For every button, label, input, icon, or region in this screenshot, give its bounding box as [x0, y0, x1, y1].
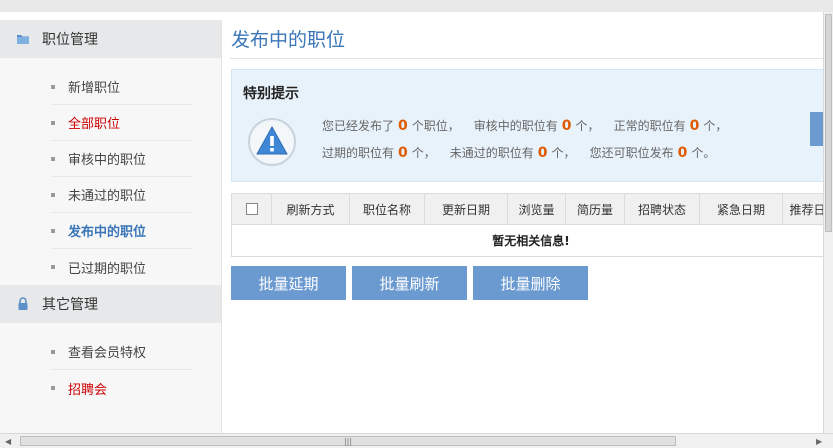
batch-extend-button[interactable]: 批量延期	[231, 266, 346, 300]
sidebar-item-label: 招聘会	[68, 382, 108, 398]
sidebar-item-label: 已过期的职位	[68, 261, 147, 277]
scroll-right-arrow-icon[interactable]: ▶	[816, 437, 822, 446]
batch-actions: 批量延期 批量刷新 批量删除	[231, 266, 588, 300]
column-header[interactable]: 简历量	[566, 194, 625, 224]
sidebar: 职位管理 新增职位 全部职位 审核中的职位 未通过的职位 发布中的职位 已过期的…	[0, 20, 222, 434]
notice-text: 个，	[703, 119, 728, 133]
folder-icon	[16, 32, 30, 46]
positions-table: 刷新方式 职位名称 更新日期 浏览量 简历量 招聘状态 紧急日期 推荐日 暂无相…	[231, 193, 831, 257]
notice-text: 未通过的职位有	[449, 146, 534, 160]
bullet-icon	[51, 156, 55, 161]
main-content: 发布中的职位 特别提示 您已经发布了 0 个职位， 审核中的职位有 0 个， 正常的职位有 0…	[222, 20, 831, 434]
section-title: 其它管理	[42, 297, 98, 313]
horizontal-scrollbar[interactable]: ◀ ||| ▶	[0, 433, 833, 448]
bullet-icon	[51, 228, 55, 233]
vertical-scrollbar[interactable]	[823, 12, 833, 434]
notice-text: 正常的职位有	[613, 119, 686, 133]
bullet-icon	[51, 84, 55, 89]
select-all-checkbox[interactable]	[245, 203, 258, 215]
select-all-cell	[232, 194, 272, 224]
sidebar-item-all-positions[interactable]: 全部职位	[51, 105, 192, 141]
rejected-count: 0	[537, 145, 548, 161]
sidebar-section-position-management[interactable]: 职位管理	[0, 20, 221, 58]
remaining-count: 0	[677, 145, 688, 161]
notice-text: 审核中的职位有	[473, 119, 558, 133]
sidebar-item-published[interactable]: 发布中的职位	[51, 213, 192, 249]
notice-text: 过期的职位有	[322, 146, 395, 160]
column-header[interactable]: 浏览量	[508, 194, 566, 224]
empty-message: 暂无相关信息!	[492, 234, 570, 248]
expired-count: 0	[398, 145, 408, 161]
sidebar-list-other-management: 查看会员特权 招聘会	[0, 323, 221, 406]
sidebar-item-label: 新增职位	[68, 81, 121, 96]
bullet-icon	[51, 349, 55, 354]
notice-text: 个。	[691, 146, 716, 160]
sidebar-item-label: 审核中的职位	[68, 153, 147, 168]
bullet-icon	[51, 192, 55, 197]
sidebar-item-member-privileges[interactable]: 查看会员特权	[51, 334, 192, 370]
notice-panel: 特别提示 您已经发布了 0 个职位， 审核中的职位有 0 个， 正常的职位有 0 个， 过期的职…	[231, 69, 831, 182]
sidebar-item-label: 全部职位	[68, 117, 121, 132]
sidebar-item-expired[interactable]: 已过期的职位	[51, 249, 192, 285]
column-header[interactable]: 紧急日期	[700, 194, 783, 224]
sidebar-item-label: 查看会员特权	[68, 346, 147, 361]
sidebar-item-reviewing[interactable]: 审核中的职位	[51, 141, 192, 177]
published-count: 0	[398, 118, 408, 134]
page-title: 发布中的职位	[231, 29, 346, 51]
window-top-strip	[0, 0, 833, 12]
notice-text: 个，	[551, 146, 576, 160]
notice-title: 特别提示	[243, 86, 299, 102]
section-title: 职位管理	[42, 32, 98, 48]
column-header[interactable]: 更新日期	[425, 194, 508, 224]
column-header[interactable]: 招聘状态	[625, 194, 700, 224]
notice-text: 您已经发布了	[322, 119, 395, 133]
sidebar-item-rejected[interactable]: 未通过的职位	[51, 177, 192, 213]
bullet-icon	[51, 120, 55, 125]
notice-text: 个职位，	[411, 119, 460, 133]
bullet-icon	[51, 265, 55, 269]
scroll-left-arrow-icon[interactable]: ◀	[5, 437, 11, 446]
table-header: 刷新方式 职位名称 更新日期 浏览量 简历量 招聘状态 紧急日期 推荐日	[232, 194, 830, 225]
reviewing-count: 0	[561, 118, 572, 134]
sidebar-list-position-management: 新增职位 全部职位 审核中的职位 未通过的职位 发布中的职位 已过期的职位	[0, 58, 221, 285]
title-divider	[230, 58, 824, 59]
bullet-icon	[51, 386, 55, 390]
normal-count: 0	[689, 118, 700, 134]
batch-refresh-button[interactable]: 批量刷新	[352, 266, 467, 300]
sidebar-item-label: 未通过的职位	[68, 189, 147, 204]
column-header[interactable]: 职位名称	[350, 194, 425, 224]
sidebar-item-job-fair[interactable]: 招聘会	[51, 370, 192, 406]
notice-text: 个，	[575, 119, 600, 133]
warning-icon	[247, 117, 297, 167]
sidebar-item-label: 发布中的职位	[68, 225, 147, 240]
vertical-scroll-thumb[interactable]	[825, 14, 832, 232]
notice-text: 您还可职位发布	[589, 146, 674, 160]
batch-delete-button[interactable]: 批量删除	[473, 266, 588, 300]
column-header[interactable]: 刷新方式	[272, 194, 350, 224]
notice-line-1: 您已经发布了 0 个职位， 审核中的职位有 0 个， 正常的职位有 0 个，	[322, 117, 727, 134]
notice-line-2: 过期的职位有 0 个， 未通过的职位有 0 个， 您还可职位发布 0 个。	[322, 144, 715, 161]
horizontal-scroll-thumb[interactable]: |||	[20, 436, 676, 446]
sidebar-section-other-management[interactable]: 其它管理	[0, 285, 221, 323]
lock-icon	[16, 297, 30, 311]
notice-text: 个，	[411, 146, 436, 160]
sidebar-item-new-position[interactable]: 新增职位	[51, 69, 192, 105]
